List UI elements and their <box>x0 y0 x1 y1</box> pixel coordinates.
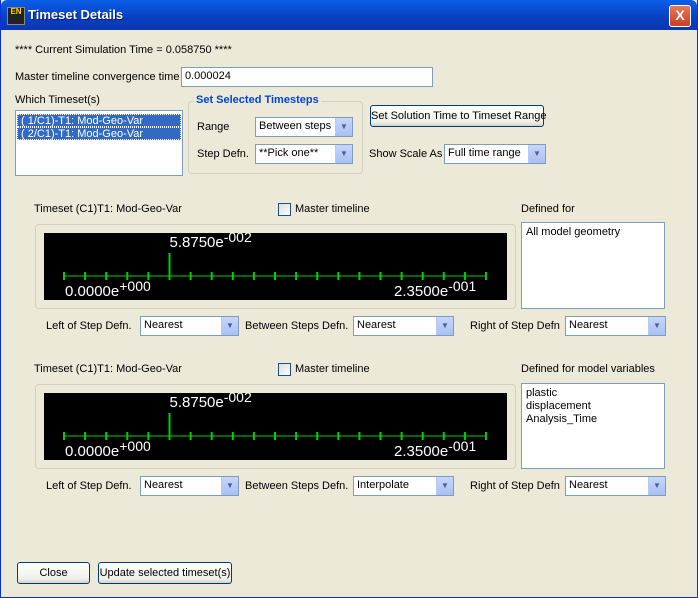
panel1-master-checkbox[interactable] <box>278 203 291 216</box>
range-select-value: Between steps <box>259 120 332 132</box>
range-select[interactable]: Between steps ▼ <box>255 117 353 137</box>
panel1-between-value: Nearest <box>357 319 396 331</box>
range-label: Range <box>197 121 230 133</box>
set-timesteps-title: Set Selected Timesteps <box>194 94 321 106</box>
list-item[interactable]: plastic <box>522 387 664 400</box>
window-title: Timeset Details <box>28 7 124 22</box>
title-bar[interactable]: EN Timeset Details X <box>1 0 697 30</box>
panel1-timeline-chart[interactable]: 5.8750e-002 0.0000e+000 2.3500e-001 <box>44 233 507 300</box>
panel1-master-label: Master timeline <box>295 203 370 215</box>
convergence-input[interactable]: 0.000024 <box>181 67 433 87</box>
timeset-details-window: EN Timeset Details X **** Current Simula… <box>0 0 698 598</box>
min-time-label: 0.0000e+000 <box>65 438 151 460</box>
chevron-down-icon[interactable]: ▼ <box>648 317 665 335</box>
panel1-right-select[interactable]: Nearest ▼ <box>565 316 666 336</box>
current-time-label: 5.8750e-002 <box>170 233 252 251</box>
convergence-label: Master timeline convergence time <box>15 71 180 83</box>
set-solution-time-button[interactable]: Set Solution Time to Timeset Range <box>370 105 546 127</box>
panel1-defined-list[interactable]: All model geometry <box>521 222 665 309</box>
step-defn-select[interactable]: **Pick one** ▼ <box>255 144 353 164</box>
panel2-timeset-title: Timeset (C1)T1: Mod-Geo-Var <box>34 363 182 375</box>
step-defn-select-value: **Pick one** <box>259 147 319 159</box>
list-item[interactable]: Analysis_Time <box>522 413 664 426</box>
simulation-time-label: **** Current Simulation Time = 0.058750 … <box>15 44 232 56</box>
panel1-left-label: Left of Step Defn. <box>46 320 132 332</box>
panel2-defined-label: Defined for model variables <box>521 363 655 375</box>
panel1-between-select[interactable]: Nearest ▼ <box>353 316 454 336</box>
current-time-label: 5.8750e-002 <box>170 393 252 411</box>
chevron-down-icon[interactable]: ▼ <box>335 145 352 163</box>
max-time-label: 2.3500e-001 <box>394 278 476 300</box>
panel2-left-select[interactable]: Nearest ▼ <box>140 476 239 496</box>
which-timesets-label: Which Timeset(s) <box>15 94 100 106</box>
panel2-master-checkbox[interactable] <box>278 363 291 376</box>
update-timesets-button[interactable]: Update selected timeset(s) <box>98 562 232 584</box>
panel2-right-select[interactable]: Nearest ▼ <box>565 476 666 496</box>
panel2-between-value: Interpolate <box>357 479 409 491</box>
show-scale-label: Show Scale As <box>369 148 443 160</box>
panel1-between-label: Between Steps Defn. <box>245 320 349 332</box>
list-item[interactable]: All model geometry <box>522 226 664 239</box>
app-logo-icon: EN <box>7 7 25 25</box>
panel2-left-value: Nearest <box>144 479 183 491</box>
chevron-down-icon[interactable]: ▼ <box>335 118 352 136</box>
close-button[interactable]: Close <box>17 562 90 584</box>
panel2-right-label: Right of Step Defn <box>470 480 560 492</box>
panel1-left-value: Nearest <box>144 319 183 331</box>
panel2-right-value: Nearest <box>569 479 608 491</box>
list-item[interactable]: ( 1/C1)-T1: Mod-Geo-Var <box>17 114 181 127</box>
chevron-down-icon[interactable]: ▼ <box>648 477 665 495</box>
panel1-defined-label: Defined for <box>521 203 575 215</box>
panel1-timeline[interactable]: 5.8750e-002 0.0000e+000 2.3500e-001 <box>44 233 507 300</box>
panel1-right-value: Nearest <box>569 319 608 331</box>
panel1-right-label: Right of Step Defn <box>470 320 560 332</box>
max-time-label: 2.3500e-001 <box>394 438 476 460</box>
list-item[interactable]: ( 2/C1)-T1: Mod-Geo-Var <box>17 127 181 140</box>
timesets-list[interactable]: ( 1/C1)-T1: Mod-Geo-Var ( 2/C1)-T1: Mod-… <box>15 110 183 176</box>
chevron-down-icon[interactable]: ▼ <box>528 145 545 163</box>
chevron-down-icon[interactable]: ▼ <box>221 477 238 495</box>
chevron-down-icon[interactable]: ▼ <box>221 317 238 335</box>
close-window-button[interactable]: X <box>669 5 691 27</box>
panel2-master-label: Master timeline <box>295 363 370 375</box>
panel2-left-label: Left of Step Defn. <box>46 480 132 492</box>
panel1-timeset-title: Timeset (C1)T1: Mod-Geo-Var <box>34 203 182 215</box>
panel1-left-select[interactable]: Nearest ▼ <box>140 316 239 336</box>
panel2-defined-list[interactable]: plastic displacement Analysis_Time <box>521 383 665 469</box>
panel2-timeline-chart[interactable]: 5.8750e-002 0.0000e+000 2.3500e-001 <box>44 393 507 460</box>
chevron-down-icon[interactable]: ▼ <box>436 477 453 495</box>
list-item[interactable]: displacement <box>522 400 664 413</box>
step-defn-label: Step Defn. <box>197 148 249 160</box>
panel2-timeline[interactable]: 5.8750e-002 0.0000e+000 2.3500e-001 <box>44 393 507 460</box>
show-scale-select[interactable]: Full time range ▼ <box>444 144 546 164</box>
panel2-between-select[interactable]: Interpolate ▼ <box>353 476 454 496</box>
chevron-down-icon[interactable]: ▼ <box>436 317 453 335</box>
show-scale-select-value: Full time range <box>448 147 521 159</box>
panel2-between-label: Between Steps Defn. <box>245 480 349 492</box>
min-time-label: 0.0000e+000 <box>65 278 151 300</box>
